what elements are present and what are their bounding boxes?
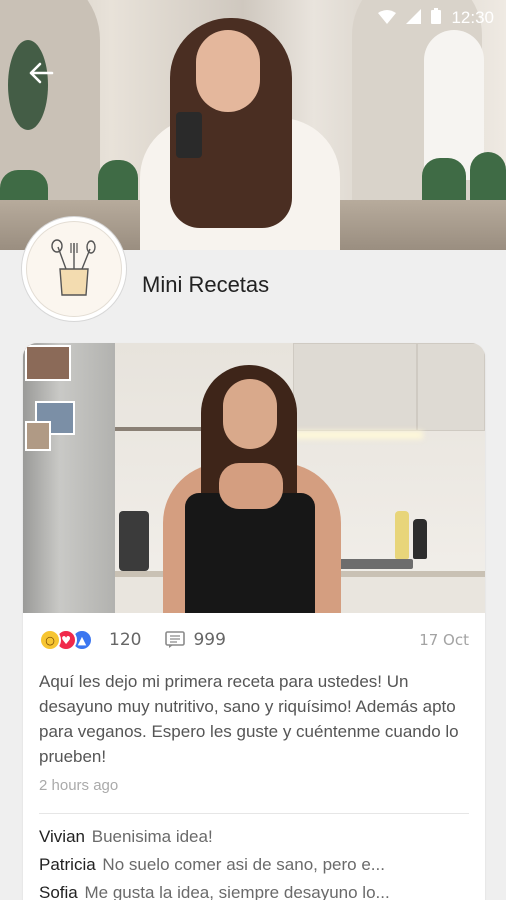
post-meta-row: ○ ♥ ▲ 120 999 17 Oct — [23, 625, 485, 655]
comment-item[interactable]: Sofia Me gusta la idea, siempre desayuno… — [39, 879, 471, 900]
kitchen-utensils-icon — [51, 239, 96, 296]
comment-author[interactable]: Vivian — [39, 827, 85, 846]
post-timestamp: 2 hours ago — [39, 777, 119, 794]
comment-text: No suelo comer asi de sano, pero e... — [102, 855, 385, 874]
reactions-button[interactable]: ○ ♥ ▲ — [39, 629, 93, 651]
avatar[interactable] — [22, 217, 126, 321]
wow-reaction-icon: ○ — [39, 629, 61, 651]
comment-author[interactable]: Sofia — [39, 883, 78, 900]
comment-author[interactable]: Patricia — [39, 855, 96, 874]
post-date: 17 Oct — [419, 631, 469, 649]
status-bar: 12:30 — [0, 0, 506, 36]
reaction-count[interactable]: 120 — [109, 630, 141, 650]
post-video-thumbnail[interactable] — [23, 343, 485, 613]
comment-item[interactable]: Patricia No suelo comer asi de sano, per… — [39, 851, 471, 879]
back-button[interactable] — [24, 56, 58, 90]
signal-icon — [406, 8, 422, 28]
comment-text: Me gusta la idea, siempre desayuno lo... — [84, 883, 390, 900]
wifi-icon — [378, 9, 397, 28]
post-text: Aquí les dejo mi primera receta para ust… — [39, 672, 459, 766]
comment-text: Buenisima idea! — [91, 827, 213, 846]
status-time: 12:30 — [451, 8, 494, 27]
comment-list: Vivian Buenisima idea! Patricia No suelo… — [39, 823, 471, 900]
battery-icon — [431, 8, 442, 28]
page-title[interactable]: Mini Recetas — [142, 272, 269, 298]
comment-count[interactable]: 999 — [193, 630, 225, 650]
divider — [39, 813, 469, 814]
comment-icon[interactable] — [165, 631, 186, 649]
arrow-left-icon — [29, 62, 54, 84]
post-card: ○ ♥ ▲ 120 999 17 Oct Aquí les dejo mi pr… — [23, 343, 485, 900]
comment-item[interactable]: Vivian Buenisima idea! — [39, 823, 471, 851]
cover-photo — [0, 0, 506, 250]
